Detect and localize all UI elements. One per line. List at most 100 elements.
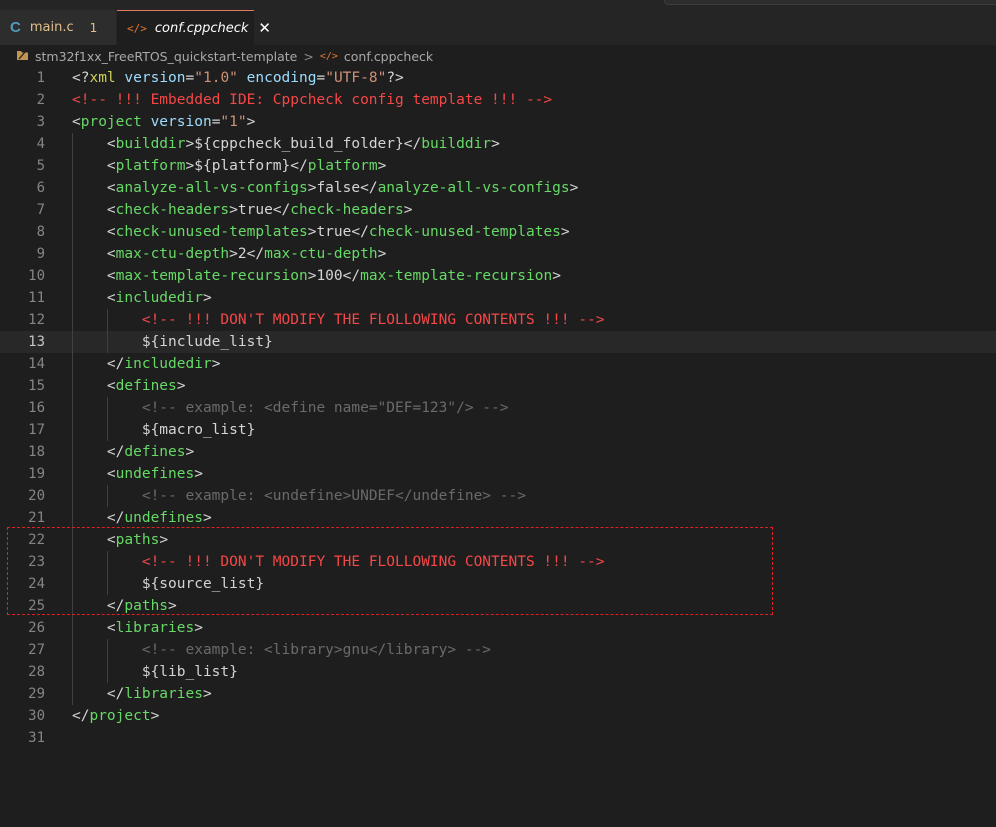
code-line[interactable]: 25 </paths> bbox=[0, 595, 996, 617]
code-text: ${include_list} bbox=[141, 334, 273, 350]
tab-conf-cppcheck[interactable]: </> conf.cppcheck ✕ bbox=[117, 10, 271, 45]
code-line[interactable]: 7 <check-headers>true</check-headers> bbox=[0, 199, 996, 221]
line-number: 24 bbox=[28, 576, 45, 592]
code-text: <check-headers>true</check-headers> bbox=[106, 202, 413, 218]
line-number: 27 bbox=[28, 642, 45, 658]
line-number: 6 bbox=[36, 180, 45, 196]
code-line[interactable]: 5 <platform>${platform}</platform> bbox=[0, 155, 996, 177]
code-text: </project> bbox=[72, 708, 160, 724]
code-text: <analyze-all-vs-configs>false</analyze-a… bbox=[106, 180, 579, 196]
line-number: 5 bbox=[36, 158, 45, 174]
xml-file-icon: </> bbox=[127, 21, 147, 35]
line-number: 7 bbox=[36, 202, 45, 218]
code-line[interactable]: 18 </defines> bbox=[0, 441, 996, 463]
code-text: <defines> bbox=[106, 378, 186, 394]
code-line[interactable]: 2 <!-- !!! Embedded IDE: Cppcheck config … bbox=[0, 89, 996, 111]
code-line[interactable]: 22 <paths> bbox=[0, 529, 996, 551]
line-number: 8 bbox=[36, 224, 45, 240]
code-line[interactable]: 19 <undefines> bbox=[0, 463, 996, 485]
code-line[interactable]: 13 ${include_list} bbox=[0, 331, 996, 353]
code-text: ${macro_list} bbox=[141, 422, 256, 438]
code-text: <!-- example: <undefine>UNDEF</undefine>… bbox=[141, 488, 526, 504]
code-line[interactable]: 23 <!-- !!! DON'T MODIFY THE FLOLLOWING … bbox=[0, 551, 996, 573]
code-line[interactable]: 31 bbox=[0, 727, 996, 749]
tab-bar: C main.c 1 </> conf.cppcheck ✕ bbox=[0, 10, 996, 45]
code-line[interactable]: 1 <?xml version="1.0" encoding="UTF-8"?> bbox=[0, 67, 996, 89]
breadcrumb: stm32f1xx_FreeRTOS_quickstart-template >… bbox=[0, 45, 996, 67]
code-editor[interactable]: 1 <?xml version="1.0" encoding="UTF-8"?> 2… bbox=[0, 67, 996, 827]
code-text: </defines> bbox=[106, 444, 195, 460]
command-center[interactable] bbox=[664, 0, 996, 5]
line-number: 28 bbox=[28, 664, 45, 680]
code-line[interactable]: 29 </libraries> bbox=[0, 683, 996, 705]
line-number: 3 bbox=[36, 114, 45, 130]
line-number: 23 bbox=[28, 554, 45, 570]
code-line[interactable]: 17 ${macro_list} bbox=[0, 419, 996, 441]
line-number: 30 bbox=[28, 708, 45, 724]
code-text: </libraries> bbox=[106, 686, 212, 702]
line-number: 4 bbox=[36, 136, 45, 152]
code-text: <platform>${platform}</platform> bbox=[106, 158, 387, 174]
code-line[interactable]: 6 <analyze-all-vs-configs>false</analyze… bbox=[0, 177, 996, 199]
code-line[interactable]: 21 </undefines> bbox=[0, 507, 996, 529]
code-line[interactable]: 20 <!-- example: <undefine>UNDEF</undefi… bbox=[0, 485, 996, 507]
code-line[interactable]: 12 <!-- !!! DON'T MODIFY THE FLOLLOWING … bbox=[0, 309, 996, 331]
code-text: <builddir>${cppcheck_build_folder}</buil… bbox=[106, 136, 500, 152]
code-line[interactable]: 28 ${lib_list} bbox=[0, 661, 996, 683]
code-line[interactable]: 27 <!-- example: <library>gnu</library> … bbox=[0, 639, 996, 661]
tab-label: main.c bbox=[29, 20, 74, 35]
code-line[interactable]: 11 <includedir> bbox=[0, 287, 996, 309]
code-text: <?xml version="1.0" encoding="UTF-8"?> bbox=[72, 70, 404, 86]
code-text: <!-- example: <define name="DEF=123"/> -… bbox=[141, 400, 509, 416]
problem-count-badge: 1 bbox=[89, 20, 98, 35]
line-number: 21 bbox=[28, 510, 45, 526]
code-line[interactable]: 24 ${source_list} bbox=[0, 573, 996, 595]
code-line[interactable]: 3 <project version="1"> bbox=[0, 111, 996, 133]
line-number: 18 bbox=[28, 444, 45, 460]
code-line[interactable]: 4 <builddir>${cppcheck_build_folder}</bu… bbox=[0, 133, 996, 155]
code-line[interactable]: 10 <max-template-recursion>100</max-temp… bbox=[0, 265, 996, 287]
line-number: 1 bbox=[36, 70, 45, 86]
code-text: <!-- !!! Embedded IDE: Cppcheck config t… bbox=[72, 92, 553, 108]
code-text: <!-- !!! DON'T MODIFY THE FLOLLOWING CON… bbox=[141, 554, 605, 570]
breadcrumb-file[interactable]: conf.cppcheck bbox=[344, 49, 433, 64]
code-text: <libraries> bbox=[106, 620, 203, 636]
title-bar bbox=[0, 0, 996, 10]
c-file-icon: C bbox=[10, 19, 21, 36]
close-icon[interactable]: ✕ bbox=[258, 19, 271, 37]
code-text: </includedir> bbox=[106, 356, 221, 372]
code-text: <project version="1"> bbox=[72, 114, 256, 130]
code-line[interactable]: 8 <check-unused-templates>true</check-un… bbox=[0, 221, 996, 243]
code-text: <includedir> bbox=[106, 290, 212, 306]
line-number: 15 bbox=[28, 378, 45, 394]
code-line[interactable]: 14 </includedir> bbox=[0, 353, 996, 375]
code-text: </paths> bbox=[106, 598, 177, 614]
line-number: 31 bbox=[28, 730, 45, 746]
folder-icon bbox=[16, 49, 29, 64]
line-number: 19 bbox=[28, 466, 45, 482]
code-text: <!-- !!! DON'T MODIFY THE FLOLLOWING CON… bbox=[141, 312, 605, 328]
tab-label: conf.cppcheck bbox=[154, 20, 249, 36]
line-number: 29 bbox=[28, 686, 45, 702]
line-number: 14 bbox=[28, 356, 45, 372]
code-line[interactable]: 15 <defines> bbox=[0, 375, 996, 397]
chevron-right-icon: > bbox=[303, 48, 314, 64]
line-number: 17 bbox=[28, 422, 45, 438]
line-number: 20 bbox=[28, 488, 45, 504]
line-number: 13 bbox=[28, 334, 45, 350]
line-number: 2 bbox=[36, 92, 45, 108]
xml-file-icon: </> bbox=[319, 50, 338, 62]
line-number: 25 bbox=[28, 598, 45, 614]
breadcrumb-folder[interactable]: stm32f1xx_FreeRTOS_quickstart-template bbox=[35, 49, 297, 64]
code-text: <paths> bbox=[106, 532, 169, 548]
code-text: <max-template-recursion>100</max-templat… bbox=[106, 268, 561, 284]
code-line[interactable]: 16 <!-- example: <define name="DEF=123"/… bbox=[0, 397, 996, 419]
code-text: <undefines> bbox=[106, 466, 203, 482]
code-line[interactable]: 26 <libraries> bbox=[0, 617, 996, 639]
code-line[interactable]: 9 <max-ctu-depth>2</max-ctu-depth> bbox=[0, 243, 996, 265]
line-number: 9 bbox=[36, 246, 45, 262]
tab-main-c[interactable]: C main.c 1 bbox=[0, 10, 117, 45]
line-number: 16 bbox=[28, 400, 45, 416]
line-number: 10 bbox=[28, 268, 45, 284]
code-line[interactable]: 30 </project> bbox=[0, 705, 996, 727]
